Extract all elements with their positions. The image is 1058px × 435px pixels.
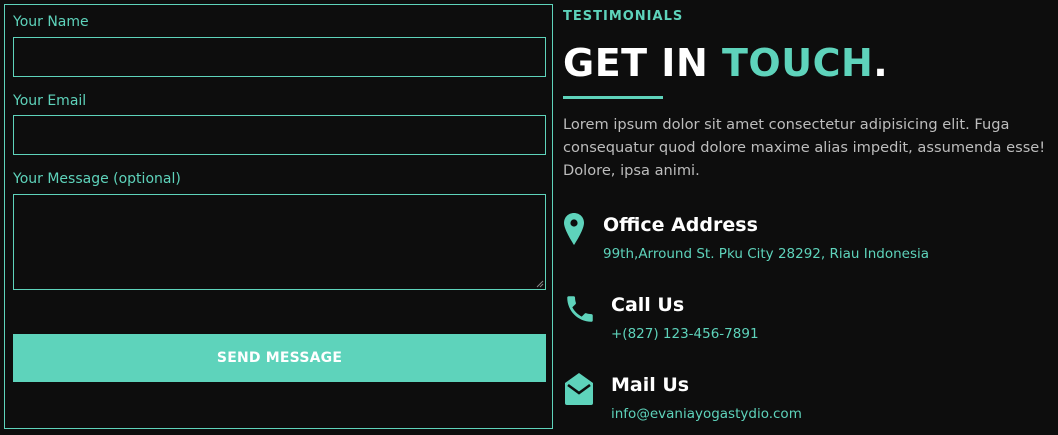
title-part-1: GET IN [563, 41, 722, 85]
name-label: Your Name [13, 14, 89, 30]
resize-handle-icon[interactable] [536, 280, 544, 288]
mail-us-detail[interactable]: info@evaniayogastydio.com [611, 406, 802, 422]
name-input[interactable] [13, 37, 546, 77]
message-textarea[interactable] [13, 194, 546, 290]
title-accent: TOUCH [721, 41, 874, 85]
contact-form: Your Name Your Email Your Message (optio… [4, 4, 553, 429]
call-us-detail[interactable]: +(827) 123-456-7891 [611, 326, 759, 342]
office-address-title: Office Address [603, 214, 758, 236]
contact-info-section: TESTIMONIALS GET IN TOUCH. Lorem ipsum d… [563, 0, 1058, 435]
page-title: GET IN TOUCH. [563, 41, 888, 85]
phone-icon [567, 296, 593, 322]
title-end: . [873, 41, 889, 85]
send-message-button[interactable]: SEND MESSAGE [13, 334, 546, 382]
section-tag: TESTIMONIALS [563, 9, 684, 24]
intro-paragraph: Lorem ipsum dolor sit amet consectetur a… [563, 116, 1046, 179]
message-label: Your Message (optional) [13, 171, 181, 187]
envelope-open-icon [565, 373, 593, 405]
call-us-title: Call Us [611, 294, 685, 316]
mail-us-title: Mail Us [611, 374, 690, 396]
title-underline [563, 96, 663, 99]
email-input[interactable] [13, 115, 546, 155]
email-label: Your Email [13, 93, 87, 109]
office-address-detail: 99th,Arround St. Pku City 28292, Riau In… [603, 246, 930, 262]
map-pin-icon [564, 213, 584, 245]
